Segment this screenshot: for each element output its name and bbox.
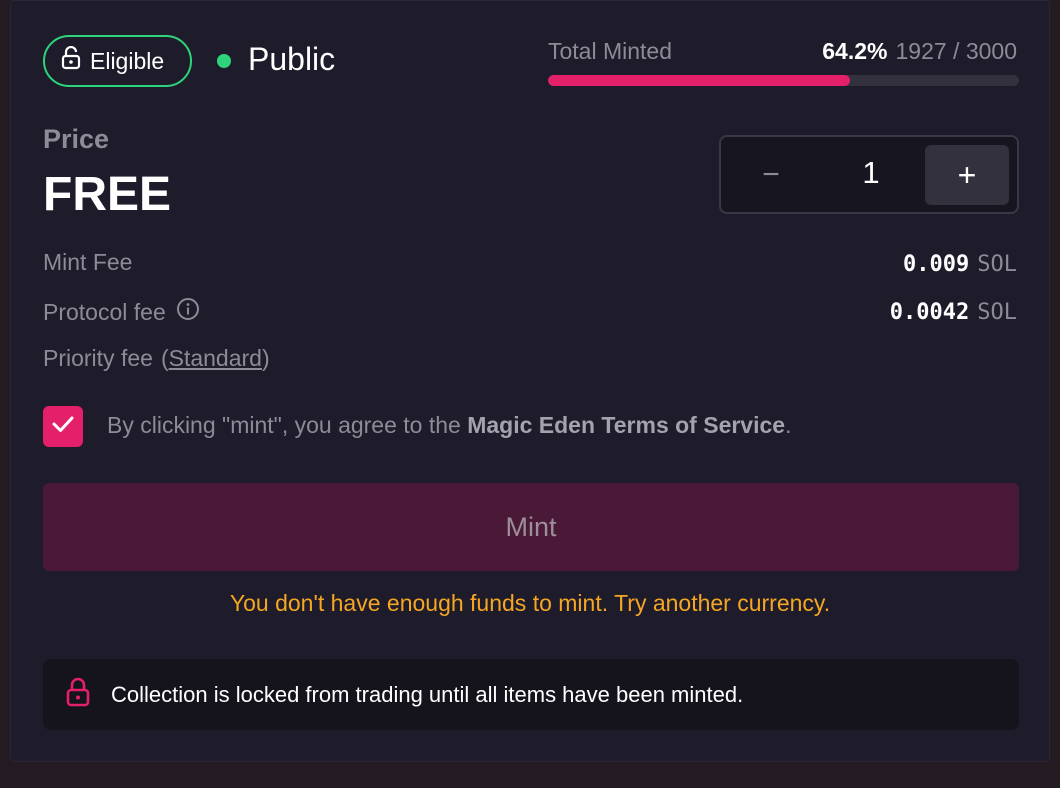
mint-fee-label: Mint Fee bbox=[43, 249, 132, 276]
protocol-fee-value: 0.0042 SOL bbox=[890, 299, 1017, 325]
phase-status-dot bbox=[217, 54, 231, 68]
protocol-fee-amount: 0.0042 bbox=[889, 300, 970, 325]
lock-icon bbox=[65, 676, 91, 714]
decrement-button[interactable]: − bbox=[741, 149, 801, 201]
locked-notice-text: Collection is locked from trading until … bbox=[111, 681, 744, 707]
mint-fee-amount: 0.009 bbox=[903, 252, 970, 277]
mint-fee-label-text: Mint Fee bbox=[43, 249, 133, 275]
price-label: Price bbox=[43, 124, 110, 154]
minted-counts: 1927 / 3000 bbox=[895, 38, 1017, 64]
terms-of-service-link[interactable]: Magic Eden Terms of Service bbox=[467, 412, 785, 438]
terms-text: By clicking "mint", you agree to the Mag… bbox=[107, 412, 791, 439]
total-minted-stats: 64.2% 1927 / 3000 bbox=[822, 38, 1017, 65]
terms-checkbox[interactable] bbox=[43, 406, 83, 447]
phase-label: Public bbox=[248, 41, 336, 77]
mint-fee-unit: SOL bbox=[977, 252, 1017, 277]
mint-panel: Eligible Public Total Minted 64.2% 1927 /… bbox=[10, 0, 1050, 762]
priority-fee-paren-close: ) bbox=[261, 345, 270, 371]
minted-percent: 64.2% bbox=[822, 38, 888, 64]
increment-button[interactable]: + bbox=[925, 145, 1009, 205]
terms-prefix: By clicking "mint", you agree to the bbox=[107, 412, 468, 438]
locked-trading-notice: Collection is locked from trading until … bbox=[43, 659, 1019, 730]
price-value: FREE bbox=[43, 168, 172, 221]
priority-fee-paren-open: ( bbox=[160, 345, 169, 371]
minted-progress-bar bbox=[548, 75, 1019, 86]
eligible-badge: Eligible bbox=[43, 35, 192, 87]
unlock-icon bbox=[61, 45, 81, 76]
priority-fee-label-text: Priority fee bbox=[43, 345, 153, 371]
protocol-fee-label-text: Protocol fee bbox=[43, 298, 166, 325]
priority-fee-link[interactable]: Standard bbox=[169, 345, 262, 372]
mint-button[interactable]: Mint bbox=[43, 483, 1019, 571]
protocol-fee-unit: SOL bbox=[977, 300, 1017, 325]
minted-progress-fill bbox=[548, 75, 851, 86]
total-minted-label: Total Minted bbox=[548, 38, 673, 64]
priority-fee-label: Priority fee (Standard) bbox=[43, 345, 270, 372]
mint-fee-value: 0.009 SOL bbox=[903, 251, 1017, 277]
insufficient-funds-warning: You don't have enough funds to mint. Try… bbox=[229, 590, 831, 616]
terms-suffix: . bbox=[785, 412, 792, 438]
quantity-value[interactable]: 1 bbox=[821, 155, 921, 191]
checkmark-icon bbox=[50, 411, 76, 442]
info-icon[interactable] bbox=[176, 297, 200, 327]
protocol-fee-label: Protocol fee bbox=[43, 297, 200, 327]
eligible-label: Eligible bbox=[90, 47, 165, 74]
quantity-stepper: − 1 + bbox=[719, 135, 1019, 214]
